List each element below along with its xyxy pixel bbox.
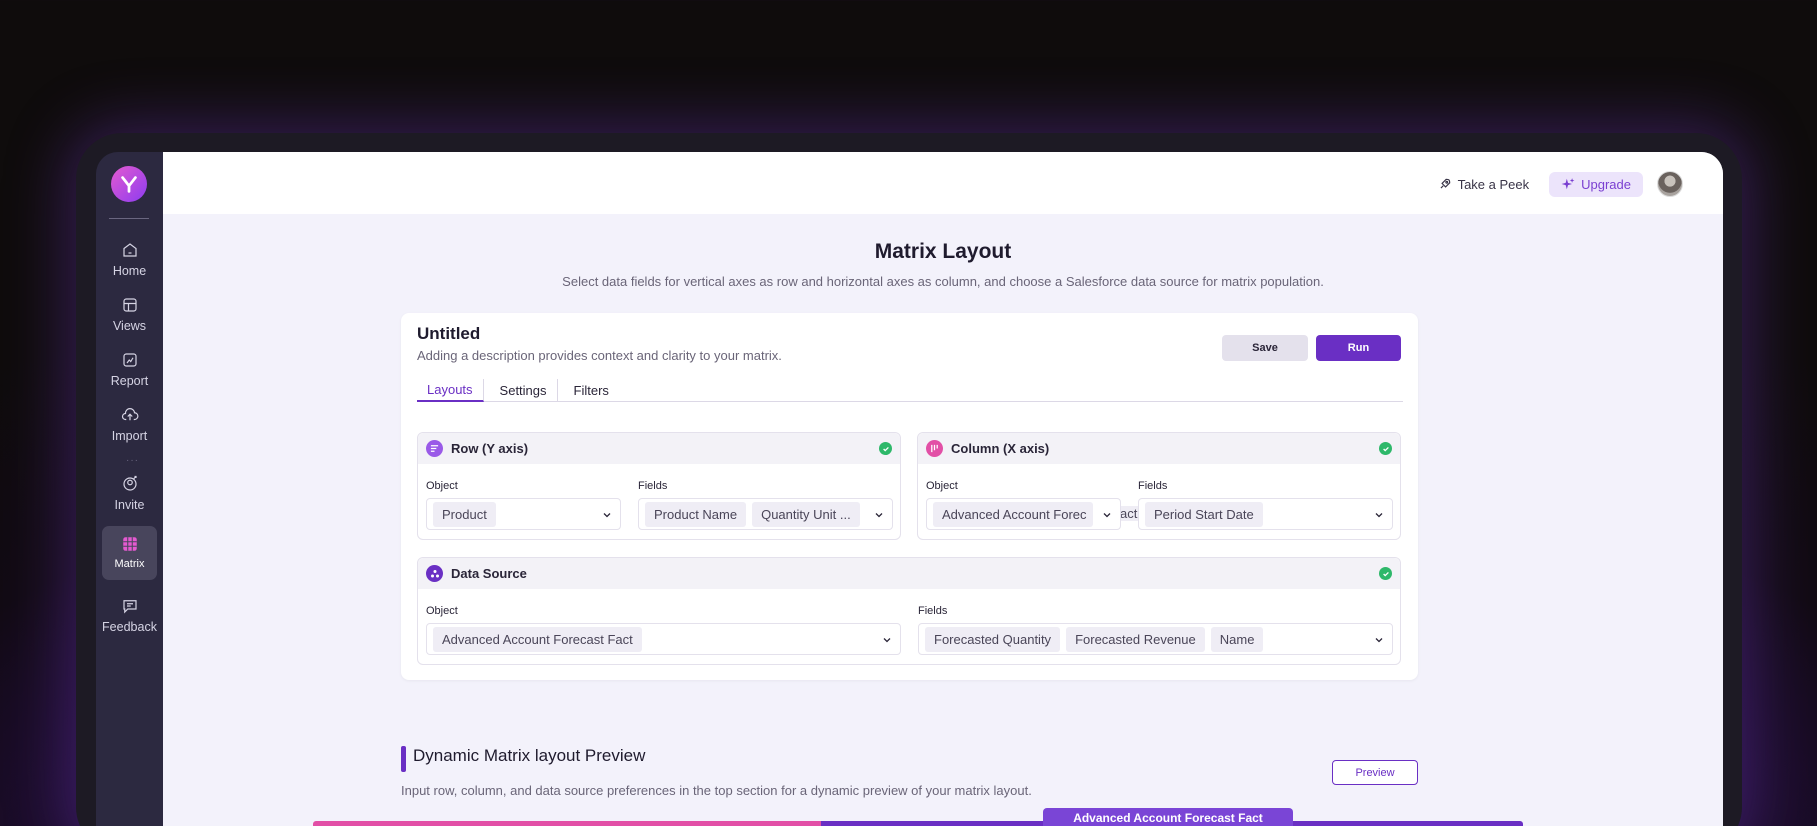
tab-bar: Layouts Settings Filters — [417, 379, 1403, 402]
data-source-object-label: Object — [426, 605, 458, 617]
sidebar-item-label: Invite — [114, 498, 145, 512]
feedback-icon — [122, 600, 137, 614]
import-icon — [121, 408, 138, 421]
rocket-icon — [1440, 178, 1450, 189]
top-bar: Take a Peek Upgrade — [163, 152, 1723, 214]
preview-button[interactable]: Preview — [1332, 760, 1418, 785]
preview-subtitle: Input row, column, and data source prefe… — [401, 783, 1032, 798]
avatar[interactable] — [1657, 171, 1683, 197]
sparkle-icon — [1561, 178, 1575, 190]
report-icon — [122, 353, 137, 367]
page-subtitle: Select data fields for vertical axes as … — [562, 274, 1324, 289]
sidebar-item-label: Import — [111, 429, 148, 443]
sidebar-item-label: Views — [112, 319, 147, 333]
tab-layouts[interactable]: Layouts — [417, 379, 484, 402]
data-source-object-chip: Advanced Account Forecast Fact — [433, 626, 642, 652]
row-object-select[interactable]: Product — [426, 498, 621, 530]
sidebar: Home Views Report Import ··· Invite Matr… — [96, 152, 163, 826]
sidebar-item-label: Feedback — [102, 620, 157, 634]
sidebar-item-import[interactable]: Import — [96, 406, 163, 443]
sidebar-item-home[interactable]: Home — [96, 241, 163, 278]
row-panel-title: Row (Y axis) — [451, 441, 529, 456]
run-button[interactable]: Run — [1316, 335, 1401, 361]
save-button[interactable]: Save — [1222, 335, 1308, 361]
app-logo[interactable] — [111, 166, 147, 202]
main-content: Take a Peek Upgrade Matrix Layout Select… — [163, 152, 1723, 826]
chevron-down-icon — [1375, 638, 1383, 643]
row-fields-label: Fields — [638, 480, 668, 492]
chevron-down-icon — [1375, 513, 1383, 518]
row-object-chip: Product — [433, 501, 496, 527]
chevron-down-icon — [875, 513, 883, 518]
chevron-down-icon — [603, 513, 611, 518]
data-source-fields-select[interactable]: Forecasted Quantity Forecasted Revenue N… — [918, 623, 1393, 655]
row-panel: Row (Y axis) Object Product Fields Produ… — [417, 432, 901, 540]
invite-icon — [122, 475, 137, 491]
page-title: Matrix Layout — [874, 240, 1012, 263]
data-source-panel: Data Source Object Advanced Account Fore… — [417, 557, 1401, 665]
data-source-title: Data Source — [451, 566, 527, 581]
sidebar-divider — [109, 218, 149, 219]
preview-title: Dynamic Matrix layout Preview — [413, 746, 646, 765]
sidebar-item-feedback[interactable]: Feedback — [96, 597, 163, 634]
check-icon — [1379, 567, 1392, 580]
sidebar-item-matrix[interactable]: Matrix — [102, 526, 157, 580]
preview-data-source-tag: Advanced Account Forecast Fact — [1043, 808, 1293, 826]
sidebar-separator: ··· — [126, 455, 139, 466]
column-field-chip[interactable]: Period Start Date — [1145, 501, 1263, 527]
column-axis-icon — [926, 440, 943, 457]
row-field-chip[interactable]: Product Name — [645, 501, 747, 527]
column-fields-label: Fields — [1138, 480, 1168, 492]
column-panel-title: Column (X axis) — [951, 441, 1050, 456]
upgrade-button[interactable]: Upgrade — [1549, 171, 1643, 197]
tab-filters[interactable]: Filters — [564, 379, 619, 401]
sidebar-item-views[interactable]: Views — [96, 296, 163, 333]
data-source-field-chip[interactable]: Forecasted Revenue — [1066, 626, 1205, 652]
sidebar-item-report[interactable]: Report — [96, 351, 163, 388]
row-object-label: Object — [426, 480, 458, 492]
row-axis-icon — [426, 440, 443, 457]
column-panel: Column (X axis) Object Advanced Account … — [917, 432, 1401, 540]
tab-settings[interactable]: Settings — [490, 379, 558, 401]
column-object-label: Object — [926, 480, 958, 492]
data-source-field-chip[interactable]: Name — [1210, 626, 1264, 652]
data-source-object-select[interactable]: Advanced Account Forecast Fact — [426, 623, 901, 655]
column-object-chip: Advanced Account Forec — [933, 501, 1093, 527]
chevron-down-icon — [883, 638, 891, 643]
row-fields-select[interactable]: Product Name Quantity Unit ... — [638, 498, 893, 530]
data-source-fields-label: Fields — [918, 605, 948, 617]
matrix-config-card: Untitled Adding a description provides c… — [401, 313, 1418, 680]
upgrade-label: Upgrade — [1581, 176, 1631, 192]
sidebar-item-label: Matrix — [114, 558, 145, 570]
column-object-select[interactable]: Advanced Account Forec — [926, 498, 1121, 530]
matrix-title[interactable]: Untitled — [417, 324, 480, 344]
matrix-description[interactable]: Adding a description provides context an… — [417, 348, 782, 363]
take-a-peek-button[interactable]: Take a Peek — [1432, 173, 1536, 196]
row-field-chip[interactable]: Quantity Unit ... — [752, 501, 860, 527]
chevron-down-icon — [1103, 513, 1111, 518]
column-fields-select[interactable]: Period Start Date — [1138, 498, 1393, 530]
check-icon — [1379, 442, 1392, 455]
views-icon — [122, 298, 137, 312]
sidebar-item-label: Home — [112, 264, 147, 278]
data-source-icon — [426, 565, 443, 582]
preview-matrix-top-border — [313, 821, 1523, 826]
home-icon — [122, 243, 137, 257]
sidebar-item-invite[interactable]: Invite — [96, 475, 163, 512]
data-source-field-chip[interactable]: Forecasted Quantity — [925, 626, 1061, 652]
check-icon — [879, 442, 892, 455]
take-a-peek-label: Take a Peek — [1457, 176, 1530, 192]
sidebar-item-label: Report — [110, 374, 149, 388]
matrix-icon — [122, 537, 137, 551]
